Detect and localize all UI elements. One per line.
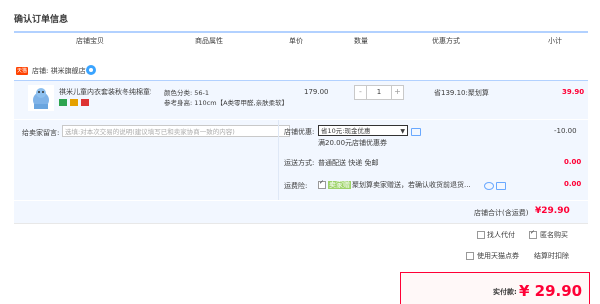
anonymous-label: 匿名购买 — [540, 231, 568, 239]
message-icon[interactable] — [411, 128, 421, 136]
product-thumbnail[interactable] — [28, 85, 54, 111]
help-icon[interactable] — [484, 182, 494, 190]
payment-label: 实付款: — [493, 288, 517, 296]
pay-for-me-label: 找人代付 — [487, 231, 515, 239]
tmall-points-checkbox[interactable] — [466, 252, 474, 260]
chat-icon[interactable] — [86, 65, 96, 75]
tmall-logo: 天猫 — [16, 67, 28, 75]
header-divider — [14, 31, 588, 33]
discount-method: 省139.10:聚划算 — [434, 89, 489, 97]
unit-price: 179.00 — [304, 88, 329, 96]
header-shop-item: 店铺宝贝 — [76, 37, 104, 45]
shipping-label: 运送方式: — [284, 159, 315, 167]
page-title: 确认订单信息 — [14, 15, 69, 25]
shipping-value: 普通配送 快递 免邮 — [318, 159, 379, 167]
insurance-tag-wrap: 卖家赠 — [328, 180, 351, 190]
quantity-stepper: - 1 + — [354, 85, 404, 100]
insurance-text: 聚划算卖家赠送，若确认收货前退货... — [352, 181, 471, 189]
header-subtotal: 小计 — [548, 37, 562, 45]
message-icon-2[interactable] — [496, 182, 506, 190]
guarantee-icon — [59, 99, 67, 106]
insurance-amount: 0.00 — [564, 180, 582, 188]
item-subtotal: 39.90 — [562, 88, 585, 96]
divider — [278, 120, 279, 200]
payment-summary: 实付款: ¥ 29.90 — [400, 272, 590, 304]
order-details: 给卖家留言: 选填:对本次交易的说明(建议填写已和卖家协商一致的内容) 店铺优惠… — [14, 120, 588, 200]
instant-refund-label: 结算时扣除 — [534, 252, 569, 260]
shop-discount-select[interactable]: 省10元:现金优惠 ▼ — [318, 125, 408, 136]
divider-line — [14, 223, 588, 224]
memo-input[interactable]: 选填:对本次交易的说明(建议填写已和卖家协商一致的内容) — [62, 125, 290, 137]
shop-discount-label: 店铺优惠: — [284, 128, 315, 136]
insurance-label: 运费险: — [284, 182, 308, 190]
quantity-plus-button[interactable]: + — [391, 86, 403, 99]
shop-row: 天猫 店铺: 祺米旗舰店 — [14, 64, 588, 80]
shop-total-label: 店铺合计(含运费) — [474, 209, 529, 217]
quantity-input[interactable]: 1 — [367, 86, 391, 99]
attr-color: 颜色分类: 56-1 — [164, 89, 210, 97]
product-name-link[interactable]: 祺米儿童内衣套装秋冬纯棉童套... — [59, 87, 151, 97]
chevron-down-icon: ▼ — [400, 128, 405, 135]
payment-value: ¥ 29.90 — [519, 282, 583, 300]
shop-name-link[interactable]: 店铺: 祺米旗舰店 — [32, 66, 86, 76]
header-attributes: 商品属性 — [195, 37, 223, 45]
service-icon — [70, 99, 79, 106]
shipping-amount: 0.00 — [564, 158, 582, 166]
pay-for-me-checkbox[interactable] — [477, 231, 485, 239]
attr-size: 参考身高: 110cm【A类零甲醛,亲肤柔软】 — [164, 99, 289, 107]
tmall-points-label: 使用天猫点券 — [477, 252, 519, 260]
shop-discount-selected: 省10元:现金优惠 — [321, 127, 371, 135]
shop-discount-note: 满20.00元店铺优惠券 — [318, 139, 388, 147]
insurance-tag: 卖家赠 — [328, 181, 351, 189]
promo-icon — [81, 99, 90, 106]
shop-total-row: 店铺合计(含运费) ¥29.90 — [14, 200, 588, 223]
quantity-minus-button[interactable]: - — [355, 86, 367, 99]
insurance-checkbox[interactable] — [318, 179, 326, 189]
anonymous-checkbox[interactable] — [529, 229, 537, 239]
header-discount: 优惠方式 — [432, 37, 460, 45]
memo-label: 给卖家留言: — [22, 129, 60, 137]
header-quantity: 数量 — [354, 37, 368, 45]
product-badges — [59, 99, 90, 107]
header-price: 单价 — [289, 37, 303, 45]
item-row: 祺米儿童内衣套装秋冬纯棉童套... 颜色分类: 56-1 参考身高: 110cm… — [14, 80, 588, 119]
shop-total-value: ¥29.90 — [535, 206, 570, 216]
shop-discount-value: -10.00 — [554, 127, 577, 135]
